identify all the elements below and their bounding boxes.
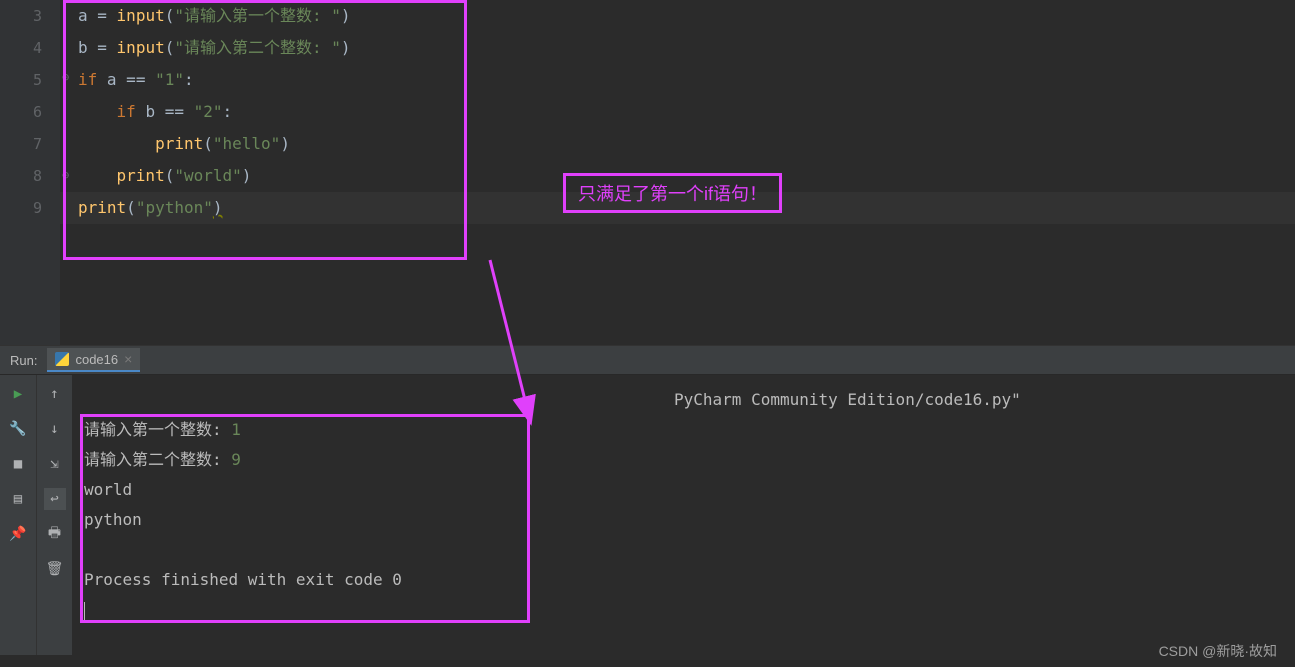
print-icon[interactable]: 🖶 <box>44 523 66 545</box>
code-token: : <box>184 70 194 89</box>
code-token: if <box>78 70 97 89</box>
python-file-icon <box>55 352 69 366</box>
code-token: b <box>145 102 155 121</box>
code-token: "world" <box>174 166 241 185</box>
line-number: 4 <box>0 32 42 64</box>
close-icon[interactable]: × <box>124 351 132 367</box>
line-number: 7 <box>0 128 42 160</box>
run-toolbar: Run: code16 × <box>0 345 1295 375</box>
code-token: ( <box>165 38 175 57</box>
wrench-icon[interactable]: 🔧 <box>7 418 29 440</box>
line-number: 9 <box>0 192 42 224</box>
layout-icon[interactable]: ▤ <box>7 488 29 510</box>
code-token <box>78 102 117 121</box>
run-tab[interactable]: code16 × <box>47 348 140 372</box>
code-token: ( <box>126 198 136 217</box>
run-tool-column-right: ↑ ↓ ⇲ ↩ 🖶 🗑 <box>36 375 72 655</box>
code-token: : <box>223 102 233 121</box>
watermark: CSDN @新晓·故知 <box>1159 641 1277 661</box>
code-token: = <box>88 6 117 25</box>
code-token: "python" <box>136 198 213 217</box>
code-token: "2" <box>194 102 223 121</box>
annotation-text: 只满足了第一个if语句！ <box>563 173 782 213</box>
code-token: == <box>117 70 156 89</box>
console-output[interactable]: PyCharm Community Edition/code16.py" 请输入… <box>72 375 1295 655</box>
code-token: ) <box>341 6 351 25</box>
code-token: ) <box>213 198 223 217</box>
console-input-value: 9 <box>231 450 241 469</box>
code-token: input <box>117 6 165 25</box>
line-number: 3 <box>0 0 42 32</box>
code-token: b <box>78 38 88 57</box>
code-token: "hello" <box>213 134 280 153</box>
code-token: "1" <box>155 70 184 89</box>
console-path: PyCharm Community Edition/code16.py" <box>674 390 1021 409</box>
console-line: world <box>84 475 1283 505</box>
console-prompt: 请输入第一个整数: <box>84 420 231 439</box>
up-arrow-icon[interactable]: ↑ <box>44 383 66 405</box>
code-token: ( <box>165 6 175 25</box>
code-token: if <box>117 102 136 121</box>
export-icon[interactable]: ⇲ <box>44 453 66 475</box>
run-tab-name: code16 <box>75 352 118 367</box>
code-token <box>78 134 155 153</box>
code-token: ( <box>203 134 213 153</box>
stop-icon[interactable]: ■ <box>7 453 29 475</box>
line-number: 8 <box>0 160 42 192</box>
run-icon[interactable]: ▶ <box>7 383 29 405</box>
console-prompt: 请输入第二个整数: <box>84 450 231 469</box>
console-input-value: 1 <box>231 420 241 439</box>
code-token: a <box>78 6 88 25</box>
code-token: print <box>78 198 126 217</box>
gutter: 3 4 5 6 7 8 9 <box>0 0 60 345</box>
code-token <box>136 102 146 121</box>
code-token: ( <box>165 166 175 185</box>
trash-icon[interactable]: 🗑 <box>44 558 66 580</box>
console-line: python <box>84 505 1283 535</box>
code-token <box>78 166 117 185</box>
code-token: "请输入第一个整数: " <box>174 6 341 25</box>
code-token: "请输入第二个整数: " <box>174 38 341 57</box>
code-token: print <box>155 134 203 153</box>
code-token: = <box>88 38 117 57</box>
code-token: == <box>155 102 194 121</box>
code-token: a <box>107 70 117 89</box>
run-panel-label: Run: <box>0 353 47 368</box>
down-arrow-icon[interactable]: ↓ <box>44 418 66 440</box>
line-number: 6 <box>0 96 42 128</box>
run-tool-column-left: ▶ 🔧 ■ ▤ 📌 <box>0 375 36 655</box>
code-token: ) <box>280 134 290 153</box>
code-token <box>97 70 107 89</box>
wrap-icon[interactable]: ↩ <box>44 488 66 510</box>
code-token: ) <box>242 166 252 185</box>
code-token: input <box>117 38 165 57</box>
console-panel: ▶ 🔧 ■ ▤ 📌 ↑ ↓ ⇲ ↩ 🖶 🗑 PyCharm Community … <box>0 375 1295 655</box>
line-number: 5 <box>0 64 42 96</box>
pin-icon[interactable]: 📌 <box>7 523 29 545</box>
code-token: ) <box>341 38 351 57</box>
console-cursor <box>84 602 85 620</box>
console-exit-line: Process finished with exit code 0 <box>84 565 1283 595</box>
code-token: print <box>117 166 165 185</box>
